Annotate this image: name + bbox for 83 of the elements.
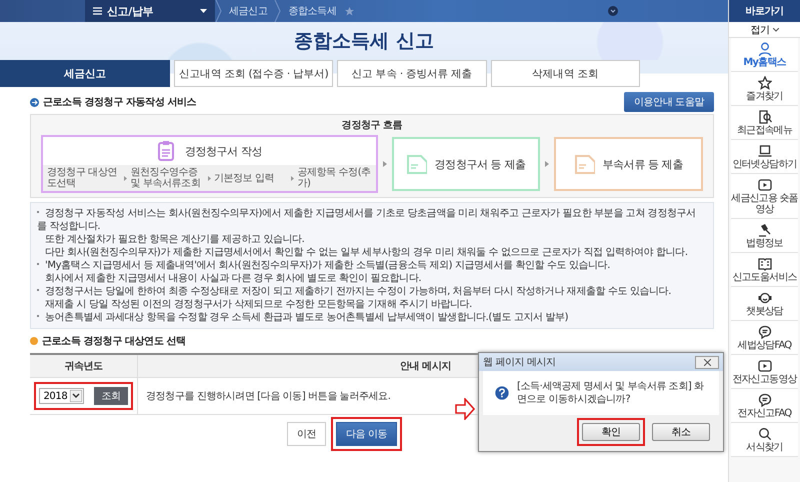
- dot-icon: [30, 337, 38, 345]
- caret-icon: [70, 390, 82, 402]
- play-icon: [758, 359, 772, 373]
- substep-label: 공제항목 수정(추가): [297, 167, 372, 189]
- arrow-icon: [455, 398, 475, 420]
- play-icon: [758, 178, 772, 192]
- breadcrumb-link[interactable]: 종합소득세: [281, 4, 344, 18]
- close-icon: [704, 358, 710, 366]
- substep-label: 기본정보 입력: [214, 172, 276, 184]
- chevron-icon: [382, 161, 387, 167]
- dialog-message: [소득·세액공제 명세서 및 부속서류 조회] 화면으로 이동하시겠습니까?: [516, 380, 705, 406]
- sidebar-item[interactable]: 세금신고용 숏폼영상: [731, 174, 798, 219]
- collapse-button[interactable]: 접기: [729, 22, 800, 38]
- sidebar-item[interactable]: 전자신고FAQ: [731, 389, 798, 423]
- next-button[interactable]: 다음 이동: [336, 422, 398, 446]
- step-title: 부속서류 등 제출: [602, 156, 683, 172]
- page-title: 종합소득세 신고: [294, 29, 434, 54]
- section-heading: 근로소득 경정청구 자동작성 서비스: [43, 96, 196, 109]
- note-text: 또한 계산절차가 필요한 항목은 계산기를 제공하고 있습니다.: [44, 233, 306, 246]
- sidebar-item[interactable]: 인터넷상담하기: [731, 140, 798, 174]
- chevron-icon: [215, 0, 222, 22]
- laptop-icon: [758, 144, 772, 158]
- sidebar-item[interactable]: 전자신고동영상: [731, 355, 798, 389]
- document-icon: [574, 153, 594, 175]
- note-text: 다만 회사(원천징수의무자)가 제출한 지급명세서에서 확인할 수 없는 일부 세부사항의 경우 미리 채워둘 수 없으므로 근로자가 직접 입력하여야 합니다.: [44, 246, 689, 259]
- note-text: 'My홈택스 지급명세서 등 제출내역'에서 회사(원천징수의무자)가 제출한 소득별(금융소득 제외) 지급명세서를 확인할 수도 있습니다.: [37, 259, 705, 272]
- chevron-icon: [291, 176, 294, 180]
- step-title: 경정청구서 등 제출: [434, 156, 526, 172]
- breadcrumb-link[interactable]: 세금신고: [222, 4, 274, 18]
- year-select[interactable]: 2018: [39, 388, 84, 404]
- query-button[interactable]: 조회: [94, 387, 128, 405]
- chevron-icon: [208, 176, 211, 180]
- chevron-down-icon: [608, 6, 618, 16]
- clipboard-icon: [156, 140, 177, 162]
- previous-button[interactable]: 이전: [286, 422, 326, 446]
- flow-title: 경정청구 흐름: [340, 119, 404, 132]
- headset-icon: [758, 291, 772, 305]
- note-text: 경정청구서는 당일에 한하여 최종 수정상태로 저장이 되고 제출하기 전까지는 수정이 가능하며, 처음부터 다시 작성하거나 재제출할 수도 있습니다.: [37, 285, 705, 298]
- sidebar-title: 바로가기: [729, 0, 800, 22]
- sidebar-item[interactable]: 최근접속메뉴: [731, 106, 798, 140]
- confirm-button[interactable]: 확인: [582, 423, 640, 441]
- substep-label: 원천징수영수증 및 부속서류조회: [130, 167, 202, 189]
- chevron-icon: [124, 176, 128, 180]
- chat-icon: [758, 325, 772, 339]
- note-text: 경정청구 자동작성 서비스는 회사(원천징수의무자)에서 제출한 지급명세서를 기초로 당초금액을 미리 채워주고 근로자가 필요한 부분을 고쳐 경정청구서를 작성합니다.: [37, 207, 697, 233]
- sidebar-item[interactable]: 챗봇상담: [731, 287, 798, 321]
- gavel-icon: [758, 223, 772, 237]
- chat-icon: [758, 393, 772, 407]
- document-search-icon: [758, 110, 772, 124]
- chevron-icon: [545, 161, 550, 167]
- substep-label: 경정청구 대상연도선택: [47, 167, 118, 189]
- chevron-icon: [274, 0, 282, 22]
- sidebar-item[interactable]: 즐겨찾기: [731, 72, 798, 106]
- step-title: 경정청구서 작성: [184, 144, 262, 158]
- section-heading: 근로소득 경정청구 대상연도 선택: [42, 335, 186, 348]
- menu-dropdown[interactable]: 신고/납부: [85, 0, 215, 22]
- sidebar-item[interactable]: 신고도움서비스: [731, 253, 798, 287]
- menu-icon: [93, 7, 102, 15]
- chevron-down-icon: [772, 28, 779, 32]
- search-icon: [758, 427, 772, 441]
- star-icon: [758, 76, 772, 90]
- document-icon: [406, 153, 427, 175]
- note-text: 재제출 시 당일 작성된 이전의 경정청구서가 삭제되므로 수정한 모든항목을 기재해 주시기 바랍니다.: [44, 298, 473, 311]
- star-icon: [345, 6, 354, 16]
- tab[interactable]: 세금신고: [0, 60, 170, 87]
- tab[interactable]: 신고내역 조회 (접수증 · 납부서): [174, 60, 334, 87]
- sidebar-item[interactable]: 서식찾기: [731, 423, 798, 457]
- close-button[interactable]: [695, 356, 719, 368]
- tab[interactable]: 신고 부속 · 증빙서류 제출: [337, 60, 487, 87]
- note-text: 농어촌특별세 과세대상 항목을 수정할 경우 소득세 환급과 별도로 농어촌특별세 납부세액이 발생합니다.(별도 고지서 발부): [37, 311, 705, 324]
- cancel-button[interactable]: 취소: [652, 423, 710, 441]
- dialog-title: 웹 페이지 메시지: [483, 356, 557, 369]
- sidebar-item[interactable]: 세법상담FAQ: [731, 321, 798, 355]
- person-icon: [758, 42, 772, 56]
- caret-icon: [200, 9, 207, 13]
- help-button[interactable]: 이용안내 도움말: [624, 92, 714, 112]
- sidebar-item[interactable]: My홈택스: [731, 38, 798, 72]
- book-icon: [758, 257, 772, 271]
- note-text: 회사에서 제출한 지급명세서 내용이 사실과 다른 경우 회사에 별도로 확인이 필요합니다.: [44, 272, 422, 285]
- sidebar-item[interactable]: 법령정보: [731, 219, 798, 253]
- arrow-circle-icon: [30, 98, 39, 106]
- column-header: 귀속년도: [30, 355, 138, 378]
- tab[interactable]: 삭제내역 조회: [490, 60, 640, 87]
